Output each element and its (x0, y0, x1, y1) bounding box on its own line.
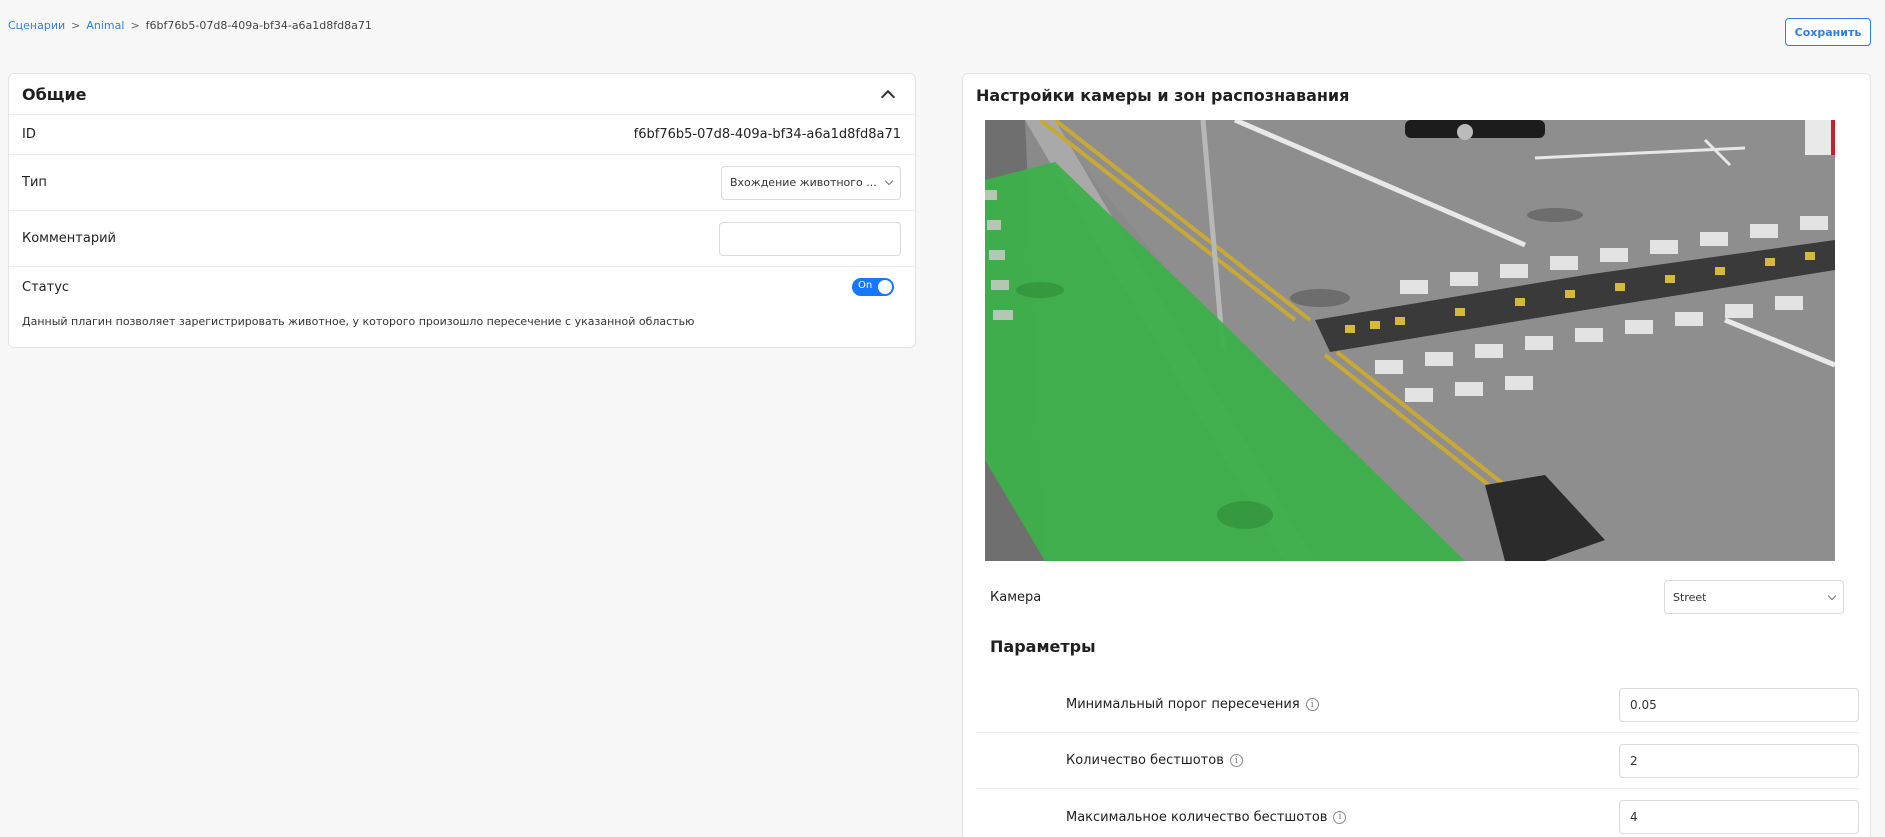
chevron-up-icon[interactable] (880, 89, 896, 105)
status-label: Статус (22, 279, 70, 295)
param-label: Минимальный порог пересечения i (1066, 697, 1319, 712)
info-icon[interactable]: i (1229, 754, 1243, 767)
param-input[interactable]: 2 (1619, 743, 1859, 778)
general-panel-title: Общие (22, 84, 87, 104)
type-label: Тип (22, 175, 47, 190)
plugin-description: Данный плагин позволяет зарегистрировать… (22, 315, 695, 328)
breadcrumb-link-animal[interactable]: Animal (86, 19, 124, 32)
general-panel: Общие ID f6bf76b5-07d8-409a-bf34-a6a1d8f… (8, 73, 916, 348)
comment-input[interactable] (719, 221, 901, 256)
camera-panel-title: Настройки камеры и зон распознавания (976, 86, 1350, 105)
chevron-down-icon (884, 176, 894, 186)
id-row: ID f6bf76b5-07d8-409a-bf34-a6a1d8fd8a71 (9, 115, 915, 155)
id-value: f6bf76b5-07d8-409a-bf34-a6a1d8fd8a71 (633, 127, 901, 142)
status-toggle-label: On (858, 280, 873, 291)
type-select[interactable]: Вхождение животного ... (721, 165, 901, 200)
breadcrumb-separator: > (71, 19, 81, 32)
param-input[interactable]: 0.05 (1619, 687, 1859, 722)
param-label: Максимальное количество бестшотов i (1066, 809, 1347, 825)
breadcrumb-separator: > (130, 19, 140, 32)
camera-select[interactable]: Street (1664, 580, 1844, 614)
breadcrumb: Сценарии > Animal > f6bf76b5-07d8-409a-b… (8, 19, 372, 32)
type-row: Тип Вхождение животного ... (9, 155, 915, 211)
camera-view[interactable] (985, 120, 1835, 561)
info-icon[interactable]: i (1333, 810, 1347, 824)
breadcrumb-current: f6bf76b5-07d8-409a-bf34-a6a1d8fd8a71 (145, 19, 372, 32)
info-icon[interactable]: i (1305, 698, 1319, 711)
id-label: ID (22, 127, 36, 142)
param-input[interactable]: 4 (1619, 800, 1859, 834)
param-label: Количество бестшотов i (1066, 753, 1243, 768)
comment-row: Комментарий (9, 211, 915, 267)
param-label-text: Максимальное количество бестшотов (1066, 809, 1328, 825)
chevron-down-icon (1827, 591, 1837, 600)
status-row: Статус On (9, 267, 915, 307)
param-row: Максимальное количество бестшотов i 4 (976, 789, 1859, 837)
camera-frame-image (985, 120, 1835, 561)
save-button[interactable]: Сохранить (1785, 18, 1871, 46)
status-toggle[interactable]: On (852, 278, 894, 296)
params-title: Параметры (990, 637, 1096, 656)
general-panel-header[interactable]: Общие (9, 74, 915, 115)
camera-label: Камера (990, 590, 1042, 605)
param-row: Количество бестшотов i 2 (976, 733, 1859, 789)
param-label-text: Количество бестшотов (1066, 753, 1224, 768)
param-label-text: Минимальный порог пересечения (1066, 697, 1300, 712)
toggle-knob (878, 280, 892, 294)
comment-label: Комментарий (22, 231, 116, 246)
param-row: Минимальный порог пересечения i 0.05 (976, 677, 1859, 733)
camera-select-value: Street (1673, 590, 1707, 604)
type-select-value: Вхождение животного ... (730, 176, 877, 189)
breadcrumb-link-scenarios[interactable]: Сценарии (8, 19, 65, 32)
camera-panel: Настройки камеры и зон распознавания Кам… (962, 73, 1871, 837)
